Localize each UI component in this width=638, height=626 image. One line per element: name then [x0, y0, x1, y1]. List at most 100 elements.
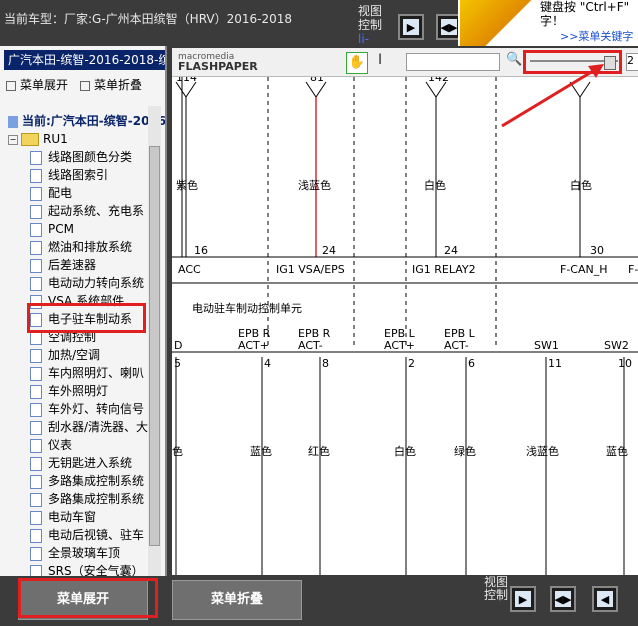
signal-label: IG1 RELAY2 [412, 263, 476, 276]
wiring-diagram: 114 81 142 紫色 浅蓝色 白色 白色 16 24 24 30 ACC … [172, 77, 638, 575]
connector-arrow [175, 81, 197, 98]
sidebar-vertical-scrollbar[interactable] [148, 106, 161, 576]
folder-icon [21, 133, 39, 146]
pin-number: 30 [590, 244, 604, 257]
tree-item[interactable]: 配电 [30, 184, 72, 202]
tree-item-label: 全景玻璃车顶 [48, 546, 121, 560]
document-icon [30, 528, 42, 543]
collapse-menu-button[interactable]: 菜单折叠 [172, 580, 302, 620]
wire-color-label: 色 [172, 445, 183, 458]
unit-pin-number: 4 [264, 357, 271, 370]
connector-arrow [425, 81, 447, 98]
tree-item-label: 刮水器/清洗器、大 [48, 420, 149, 434]
tree-item[interactable]: 电动车窗 [30, 508, 96, 526]
tree-item[interactable]: 起动系统、充电系 [30, 202, 144, 220]
tree-item[interactable]: 车外灯、转向信号 [30, 400, 144, 418]
tree-item[interactable]: 多路集成控制系统 [30, 490, 144, 508]
arrow-right-icon: ▶ [403, 19, 419, 35]
unit-signal-label: SW1 [534, 339, 559, 352]
search-input[interactable] [406, 53, 500, 71]
tree-item[interactable]: 无钥匙进入系统 [30, 454, 132, 472]
view-next-page-button[interactable]: ▶ [398, 14, 424, 40]
logo-bottom-text: FLASHPAPER [178, 60, 258, 73]
tree-item-label: 线路图颜色分类 [48, 150, 133, 164]
tree-root[interactable]: − RU1 [8, 130, 68, 148]
current-vehicle-label: 当前:广汽本田-缤智-2016- [8, 112, 167, 129]
document-icon [30, 510, 42, 525]
signal-label: ACC [178, 263, 201, 276]
document-icon [30, 384, 42, 399]
signal-label: F- [628, 263, 638, 276]
tree-item[interactable]: 电动后视镜、驻车 [30, 526, 144, 544]
wire-color-label: 白色 [570, 179, 592, 192]
tree-item[interactable]: 仪表 [30, 436, 72, 454]
pin-number: 24 [322, 244, 336, 257]
help-ad-panel: 键盘按 "Ctrl+F" 字！ >>菜单关键字 [458, 0, 638, 46]
tree-item-label: 车内照明灯、喇叭 [48, 366, 145, 380]
document-icon [30, 204, 42, 219]
tree-item[interactable]: 加热/空调 [30, 346, 100, 364]
pin-number: 24 [444, 244, 458, 257]
view-label-line3: li- [358, 32, 369, 46]
tree-item-label: 配电 [48, 186, 73, 200]
tree-item-label: 燃油和排放系统 [48, 240, 133, 254]
tree-item[interactable]: 车外照明灯 [30, 382, 108, 400]
tree-root-label: RU1 [43, 132, 68, 146]
wire-color-label: 白色 [424, 179, 446, 192]
menu-collapse-link[interactable]: 菜单折叠 [80, 76, 142, 93]
wire-color-label: 白色 [394, 445, 416, 458]
document-icon [30, 168, 42, 183]
tree-item[interactable]: 线路图索引 [30, 166, 108, 184]
document-icon [30, 420, 42, 435]
diagram-lines [172, 77, 638, 575]
document-icon [30, 348, 42, 363]
fit-width-icon: ◀▶ [440, 19, 458, 35]
menu-expand-link[interactable]: 菜单展开 [6, 76, 68, 93]
wire-color-label: 紫色 [176, 179, 198, 192]
tree-item[interactable]: 线路图颜色分类 [30, 148, 132, 166]
view-next-button[interactable]: ▶ [510, 586, 536, 612]
expand-button-highlight [18, 578, 158, 618]
unit-pin-number: 6 [468, 357, 475, 370]
document-icon [30, 438, 42, 453]
top-pin-label: 114 [176, 77, 197, 84]
tree-item[interactable]: PCM [30, 220, 74, 238]
tree-item-label: 加热/空调 [48, 348, 101, 362]
collapse-node-icon[interactable]: − [8, 134, 18, 145]
search-icon[interactable]: 🔍 [506, 52, 522, 67]
document-icon [30, 240, 42, 255]
scrollbar-thumb[interactable] [149, 146, 160, 546]
tree-item[interactable]: 多路集成控制系统 [30, 472, 144, 490]
view-prev-button[interactable]: ◀ [592, 586, 618, 612]
unit-signal-label: SW2 [604, 339, 629, 352]
tree-item-label: 无钥匙进入系统 [48, 456, 133, 470]
view-fit-button-bottom[interactable]: ◀▶ [550, 586, 576, 612]
hand-tool-icon[interactable]: ✋ [346, 52, 368, 74]
tree-item[interactable]: 刮水器/清洗器、大 [30, 418, 148, 436]
tree-item[interactable]: SRS（安全气囊） [30, 562, 144, 576]
fit-width-icon: ◀▶ [554, 591, 572, 607]
tree-item-label: 车外灯、转向信号 [48, 402, 145, 416]
document-icon [30, 474, 42, 489]
slider-highlight [523, 50, 622, 74]
ad-link[interactable]: >>菜单关键字 [560, 28, 633, 44]
text-select-tool-icon[interactable]: I [378, 52, 382, 68]
document-icon [30, 366, 42, 381]
document-icon [30, 402, 42, 417]
tree-item[interactable]: 全景玻璃车顶 [30, 544, 120, 562]
sidebar-title-dropdown[interactable]: 广汽本田-缤智-2016-2018-缤 [4, 50, 165, 70]
unit-title: 电动驻车制动控制单元 [192, 302, 302, 315]
unit-signal-label: D [174, 339, 183, 352]
tree-item[interactable]: 电动动力转向系统 [30, 274, 144, 292]
tree-item[interactable]: 燃油和排放系统 [30, 238, 132, 256]
arrow-right-icon: ▶ [515, 591, 531, 607]
document-icon [30, 546, 42, 561]
collapse-icon [80, 80, 90, 91]
current-vehicle-text: 当前:广汽本田-缤智-2016- [22, 114, 167, 128]
tree-item[interactable]: 后差速器 [30, 256, 96, 274]
zoom-field[interactable]: 2 [626, 53, 638, 71]
view-label-line2: 控制 [358, 18, 383, 32]
menu-collapse-label: 菜单折叠 [94, 78, 143, 92]
document-icon [30, 186, 42, 201]
tree-item[interactable]: 车内照明灯、喇叭 [30, 364, 144, 382]
